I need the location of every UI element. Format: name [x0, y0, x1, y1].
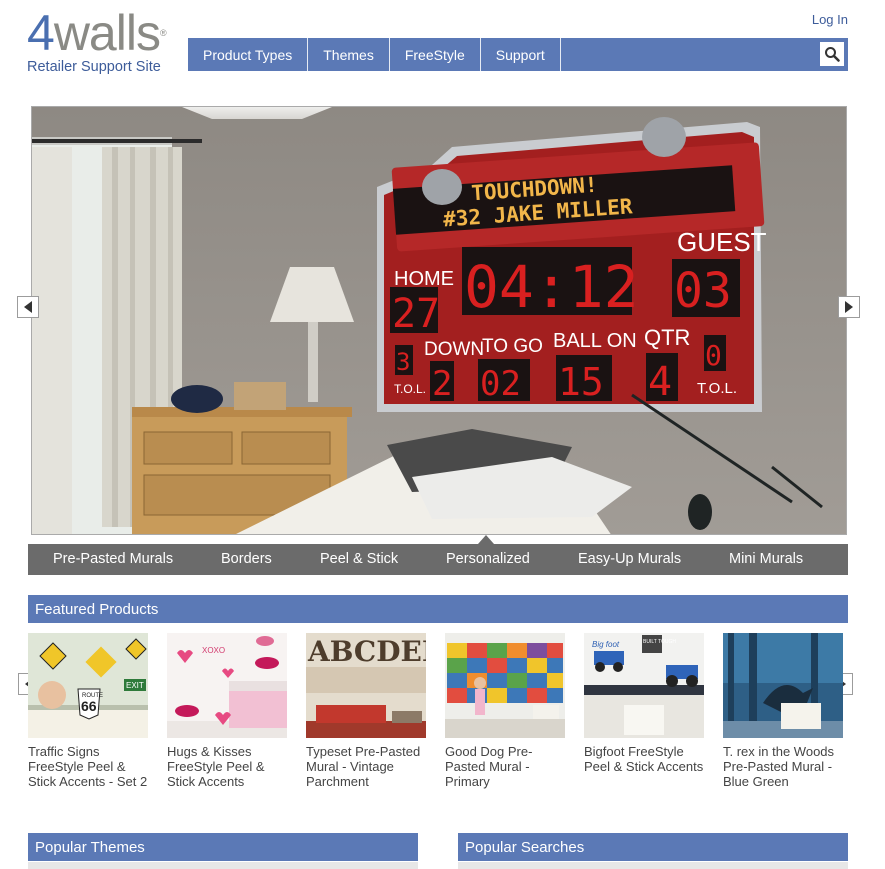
- hero-image: TOUCHDOWN! #32 JAKE MILLER HOME GUEST 27…: [32, 107, 846, 534]
- product-name[interactable]: Typeset Pre-Pasted Mural - Vintage Parch…: [306, 744, 426, 789]
- nav-product-types[interactable]: Product Types: [188, 38, 309, 71]
- product-thumbnail[interactable]: [445, 633, 565, 738]
- logo-subtitle: Retailer Support Site: [27, 59, 161, 75]
- hero-prev-button[interactable]: [17, 296, 39, 318]
- nav-themes[interactable]: Themes: [308, 38, 390, 71]
- search-icon: [825, 47, 840, 62]
- xoxo-text: XOXO: [202, 646, 225, 655]
- featured-products-header: Featured Products: [28, 595, 848, 623]
- scoreboard-tol-left-value: 3: [396, 348, 410, 376]
- featured-products-carousel: EXIT ROUTE 66 Traffic Signs FreeStyle Pe…: [28, 633, 848, 813]
- category-borders[interactable]: Borders: [221, 551, 272, 567]
- bigfoot-text: Big foot: [592, 640, 620, 649]
- nav-freestyle[interactable]: FreeStyle: [390, 38, 481, 71]
- scoreboard-clock: 04:12: [464, 253, 639, 321]
- exit-sign-text: EXIT: [126, 681, 144, 690]
- popular-searches-header: Popular Searches: [458, 833, 848, 861]
- scoreboard-qtr: 4: [648, 359, 672, 405]
- product-card[interactable]: EXIT ROUTE 66 Traffic Signs FreeStyle Pe…: [28, 633, 148, 789]
- product-card[interactable]: ABCDEFGHIJKLMNOPQRSTUVWXYZ Typeset Pre-P…: [306, 633, 426, 789]
- active-category-pointer: [478, 535, 494, 544]
- typeset-letters: ABCDEFGHIJKLMNOPQRSTUVWXYZ: [307, 635, 426, 668]
- popular-themes-panel: [28, 862, 418, 869]
- product-thumbnail[interactable]: [723, 633, 843, 738]
- logo-number: 4: [27, 5, 55, 61]
- route-sign-number: 66: [81, 698, 97, 714]
- product-card[interactable]: Big foot BUILT TOUGH Bigfoot FreeStyle P…: [584, 633, 704, 774]
- popular-searches-panel: [458, 862, 848, 869]
- scoreboard-tol-right-label: T.O.L.: [697, 380, 737, 397]
- logo-registered-mark: ®: [159, 28, 167, 38]
- product-name[interactable]: T. rex in the Woods Pre-Pasted Mural - B…: [723, 744, 843, 789]
- scoreboard-togo: 02: [480, 364, 521, 404]
- scoreboard-tol-left-label: T.O.L.: [394, 382, 426, 396]
- category-bar: Pre-Pasted Murals Borders Peel & Stick P…: [28, 535, 848, 575]
- hero-slideshow[interactable]: TOUCHDOWN! #32 JAKE MILLER HOME GUEST 27…: [31, 106, 847, 535]
- category-peel-and-stick[interactable]: Peel & Stick: [320, 551, 398, 567]
- category-easy-up-murals[interactable]: Easy-Up Murals: [578, 551, 681, 567]
- scoreboard-qtr-label: QTR: [644, 325, 690, 350]
- built-tough-text: BUILT TOUGH: [643, 639, 676, 645]
- product-thumbnail[interactable]: Big foot BUILT TOUGH: [584, 633, 704, 738]
- category-mini-murals[interactable]: Mini Murals: [729, 551, 803, 567]
- product-thumbnail[interactable]: EXIT ROUTE 66: [28, 633, 148, 738]
- logo-word: walls: [53, 5, 161, 61]
- hero-next-button[interactable]: [838, 296, 860, 318]
- scoreboard-ballon-label: BALL ON: [553, 330, 637, 352]
- product-name[interactable]: Hugs & Kisses FreeStyle Peel & Stick Acc…: [167, 744, 287, 789]
- site-logo[interactable]: 4walls® Retailer Support Site: [27, 8, 187, 78]
- scoreboard-tol-right-value: 0: [705, 339, 722, 372]
- scoreboard-togo-label: TO GO: [482, 336, 543, 357]
- scoreboard-home-score: 27: [392, 291, 440, 337]
- search-button[interactable]: [820, 42, 844, 66]
- product-card[interactable]: T. rex in the Woods Pre-Pasted Mural - B…: [723, 633, 843, 789]
- product-name[interactable]: Bigfoot FreeStyle Peel & Stick Accents: [584, 744, 704, 774]
- product-name[interactable]: Traffic Signs FreeStyle Peel & Stick Acc…: [28, 744, 148, 789]
- scoreboard-down-label: DOWN: [424, 339, 484, 360]
- scoreboard-ballon: 15: [558, 360, 604, 404]
- category-personalized[interactable]: Personalized: [446, 551, 530, 567]
- main-nav: Product Types Themes FreeStyle Support: [188, 38, 848, 71]
- scoreboard-guest-score: 03: [674, 263, 732, 319]
- nav-support[interactable]: Support: [481, 38, 561, 71]
- product-card[interactable]: XOXO Hugs & Kisses FreeStyle Peel & Stic…: [167, 633, 287, 789]
- scoreboard-home-label: HOME: [394, 268, 454, 290]
- category-pre-pasted-murals[interactable]: Pre-Pasted Murals: [53, 551, 173, 567]
- popular-themes-header: Popular Themes: [28, 833, 418, 861]
- logo-wordmark: 4walls®: [27, 8, 187, 58]
- product-thumbnail[interactable]: ABCDEFGHIJKLMNOPQRSTUVWXYZ: [306, 633, 426, 738]
- scoreboard-guest-label: GUEST: [677, 227, 767, 257]
- login-link[interactable]: Log In: [812, 12, 848, 27]
- product-thumbnail[interactable]: XOXO: [167, 633, 287, 738]
- scoreboard-down: 2: [432, 364, 452, 404]
- product-name[interactable]: Good Dog Pre-Pasted Mural - Primary: [445, 744, 565, 789]
- product-card[interactable]: Good Dog Pre-Pasted Mural - Primary: [445, 633, 565, 789]
